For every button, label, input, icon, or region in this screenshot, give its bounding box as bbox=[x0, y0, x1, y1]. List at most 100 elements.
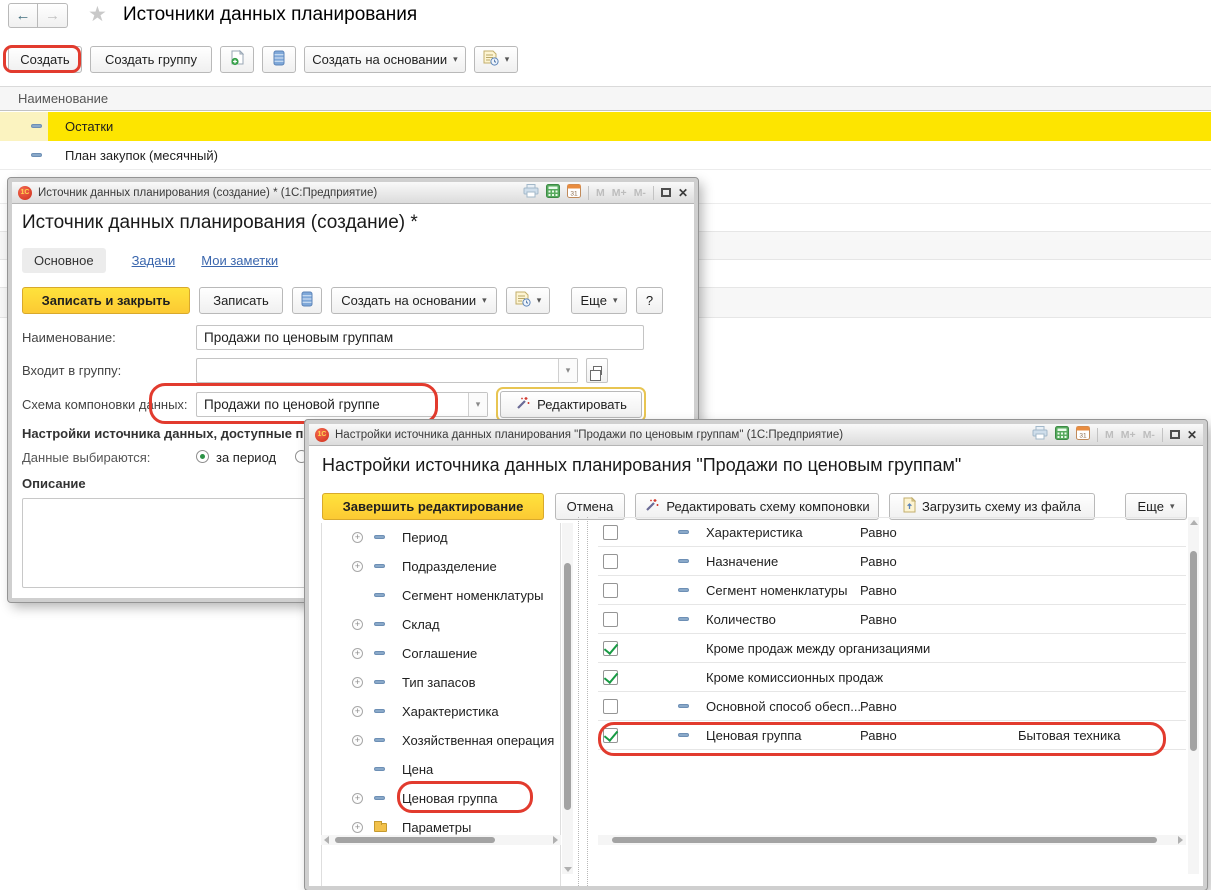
scroll-left-icon[interactable] bbox=[324, 836, 329, 844]
copy-button[interactable] bbox=[262, 46, 296, 73]
dropdown-button[interactable]: ▾ bbox=[558, 359, 577, 382]
window-titlebar[interactable]: 1С Источник данных планирования (создани… bbox=[12, 182, 694, 204]
favorite-star-icon[interactable]: ★ bbox=[88, 2, 107, 27]
tree-item[interactable]: Цена bbox=[322, 755, 560, 784]
column-header-name[interactable]: Наименование bbox=[18, 91, 108, 106]
expand-icon[interactable] bbox=[352, 677, 363, 688]
memory-icon[interactable]: M bbox=[1105, 429, 1114, 441]
maximize-icon[interactable] bbox=[661, 188, 671, 197]
checkbox[interactable] bbox=[603, 554, 618, 569]
expand-icon[interactable] bbox=[352, 735, 363, 746]
checkbox[interactable] bbox=[603, 612, 618, 627]
expand-icon[interactable] bbox=[352, 706, 363, 717]
condition-row-price-group[interactable]: Ценовая группа Равно Бытовая техника bbox=[598, 721, 1186, 750]
close-icon[interactable]: ✕ bbox=[1187, 428, 1197, 442]
scroll-right-icon[interactable] bbox=[553, 836, 558, 844]
checkbox[interactable] bbox=[603, 583, 618, 598]
create-based-on-button[interactable]: Создать на основании ▾ bbox=[331, 287, 497, 314]
expand-icon[interactable] bbox=[352, 619, 363, 630]
tab-main[interactable]: Основное bbox=[22, 248, 106, 273]
tree-item[interactable]: Характеристика bbox=[322, 697, 560, 726]
checkbox[interactable] bbox=[603, 525, 618, 540]
panel-splitter[interactable] bbox=[578, 517, 588, 886]
memory-plus-icon[interactable]: M+ bbox=[1121, 429, 1136, 441]
checkbox[interactable] bbox=[603, 728, 618, 743]
conditions-vertical-scrollbar[interactable] bbox=[1188, 517, 1199, 874]
maximize-icon[interactable] bbox=[1170, 430, 1180, 439]
copy-button[interactable] bbox=[292, 287, 322, 314]
memory-minus-icon[interactable]: M- bbox=[634, 187, 646, 199]
checkbox[interactable] bbox=[603, 641, 618, 656]
close-icon[interactable]: ✕ bbox=[678, 186, 688, 200]
tree-item[interactable]: Склад bbox=[322, 610, 560, 639]
calendar-icon[interactable]: 31 bbox=[567, 184, 581, 201]
tree-vertical-scrollbar[interactable] bbox=[562, 523, 573, 874]
create-button[interactable]: Создать bbox=[8, 46, 82, 73]
schema-field[interactable]: Продажи по ценовой группе ▾ bbox=[196, 392, 488, 417]
condition-row[interactable]: Кроме продаж между организациями bbox=[598, 634, 1186, 663]
expand-icon[interactable] bbox=[352, 532, 363, 543]
checkbox[interactable] bbox=[603, 699, 618, 714]
scroll-up-icon[interactable] bbox=[1190, 520, 1198, 525]
table-row[interactable]: План закупок (месячный) bbox=[0, 141, 1211, 170]
condition-row[interactable]: Характеристика Равно bbox=[598, 518, 1186, 547]
table-row[interactable]: Остатки bbox=[0, 112, 1211, 141]
expand-icon[interactable] bbox=[352, 561, 363, 572]
create-based-on-button[interactable]: Создать на основании ▾ bbox=[304, 46, 466, 73]
tree-item[interactable]: Соглашение bbox=[322, 639, 560, 668]
name-field[interactable]: Продажи по ценовым группам bbox=[196, 325, 644, 350]
help-button[interactable]: ? bbox=[636, 287, 663, 314]
more-button[interactable]: Еще ▾ bbox=[1125, 493, 1187, 520]
edit-composition-schema-button[interactable]: Редактировать схему компоновки bbox=[635, 493, 879, 520]
group-field[interactable]: ▾ bbox=[196, 358, 578, 383]
tree-item[interactable]: Хозяйственная операция bbox=[322, 726, 560, 755]
tree-item[interactable]: Сегмент номенклатуры bbox=[322, 581, 560, 610]
tree-item[interactable]: Период bbox=[322, 523, 560, 552]
calculator-icon[interactable] bbox=[1055, 426, 1069, 443]
back-button[interactable]: ← bbox=[8, 3, 38, 28]
radio-for-period[interactable] bbox=[196, 450, 209, 463]
condition-row[interactable]: Основной способ обесп... Равно bbox=[598, 692, 1186, 721]
memory-plus-icon[interactable]: M+ bbox=[612, 187, 627, 199]
tab-tasks[interactable]: Задачи bbox=[132, 253, 176, 268]
save-button[interactable]: Записать bbox=[199, 287, 283, 314]
finish-editing-button[interactable]: Завершить редактирование bbox=[322, 493, 544, 520]
tree-item[interactable]: Подразделение bbox=[322, 552, 560, 581]
tab-my-notes[interactable]: Мои заметки bbox=[201, 253, 278, 268]
open-group-button[interactable] bbox=[586, 358, 608, 383]
checkbox[interactable] bbox=[603, 670, 618, 685]
edit-schema-button[interactable]: Редактировать bbox=[500, 391, 642, 418]
create-based-on-label: Создать на основании bbox=[341, 293, 476, 308]
tree-item-price-group[interactable]: Ценовая группа bbox=[322, 784, 560, 813]
scroll-right-icon[interactable] bbox=[1178, 836, 1183, 844]
forward-button[interactable]: → bbox=[38, 3, 68, 28]
expand-icon[interactable] bbox=[352, 822, 363, 833]
print-icon[interactable] bbox=[1032, 426, 1048, 443]
tree-horizontal-scrollbar[interactable] bbox=[321, 835, 561, 845]
print-icon[interactable] bbox=[523, 184, 539, 201]
calculator-icon[interactable] bbox=[546, 184, 560, 201]
memory-icon[interactable]: M bbox=[596, 187, 605, 199]
reports-button[interactable]: ▾ bbox=[506, 287, 550, 314]
scroll-down-icon[interactable] bbox=[564, 867, 572, 872]
cancel-button[interactable]: Отмена bbox=[555, 493, 625, 520]
load-schema-button[interactable]: Загрузить схему из файла bbox=[889, 493, 1095, 520]
condition-row[interactable]: Сегмент номенклатуры Равно bbox=[598, 576, 1186, 605]
window-titlebar[interactable]: 1С Настройки источника данных планирован… bbox=[309, 424, 1203, 446]
new-document-button[interactable] bbox=[220, 46, 254, 73]
memory-minus-icon[interactable]: M- bbox=[1143, 429, 1155, 441]
dropdown-button[interactable]: ▾ bbox=[468, 393, 487, 416]
expand-icon[interactable] bbox=[352, 648, 363, 659]
conditions-horizontal-scrollbar[interactable] bbox=[598, 835, 1186, 845]
expand-icon[interactable] bbox=[352, 793, 363, 804]
save-and-close-button[interactable]: Записать и закрыть bbox=[22, 287, 190, 314]
condition-row[interactable]: Количество Равно bbox=[598, 605, 1186, 634]
reports-button[interactable]: ▾ bbox=[474, 46, 518, 73]
radio-for-period-label[interactable]: за период bbox=[216, 450, 276, 465]
tree-item[interactable]: Тип запасов bbox=[322, 668, 560, 697]
create-group-button[interactable]: Создать группу bbox=[90, 46, 212, 73]
condition-row[interactable]: Кроме комиссионных продаж bbox=[598, 663, 1186, 692]
condition-row[interactable]: Назначение Равно bbox=[598, 547, 1186, 576]
more-button[interactable]: Еще ▾ bbox=[571, 287, 627, 314]
calendar-icon[interactable]: 31 bbox=[1076, 426, 1090, 443]
